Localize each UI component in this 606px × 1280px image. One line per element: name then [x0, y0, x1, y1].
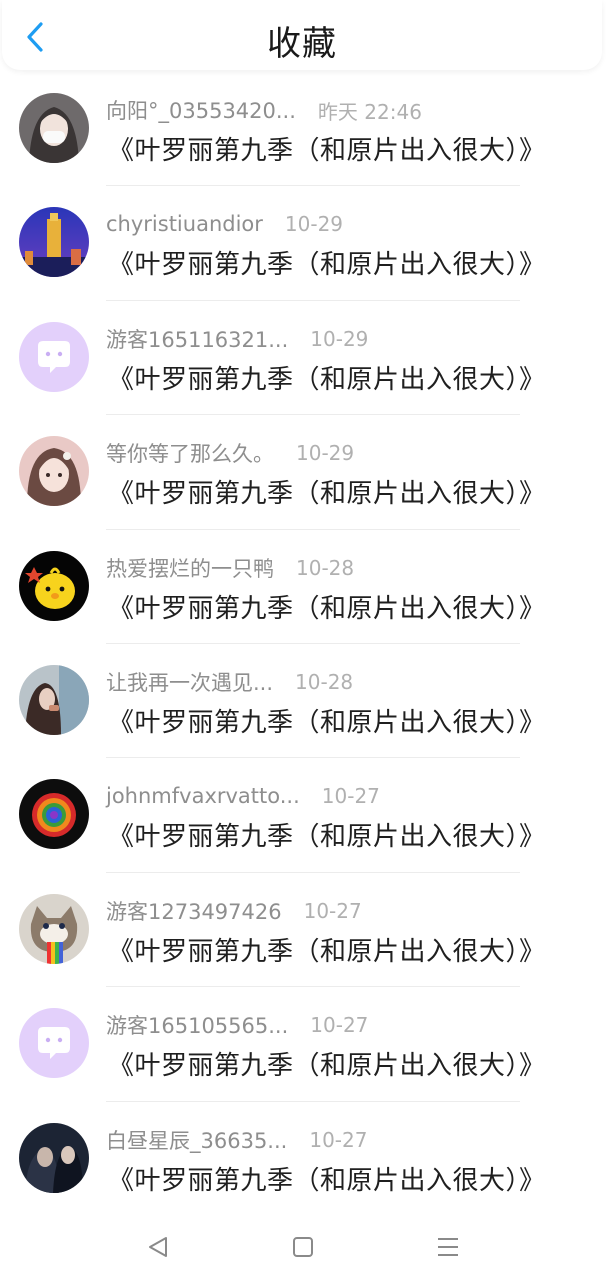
page-title: 收藏 — [267, 24, 337, 64]
list-item[interactable]: 游客165116321... 10-29 《叶罗丽第九季（和原片出入很大）》 — [0, 301, 606, 416]
avatar[interactable] — [19, 664, 89, 735]
timestamp: 10-29 — [310, 326, 369, 351]
menu-lines-icon — [438, 1238, 458, 1256]
collection-title[interactable]: 《叶罗丽第九季（和原片出入很大）》 — [108, 1160, 546, 1197]
list-item[interactable]: 游客165105565... 10-27 《叶罗丽第九季（和原片出入很大）》 — [0, 987, 606, 1102]
timestamp: 10-27 — [309, 1127, 368, 1152]
collection-title[interactable]: 《叶罗丽第九季（和原片出入很大）》 — [108, 359, 546, 396]
avatar[interactable] — [19, 550, 89, 621]
grumpy-cat-avatar-icon — [19, 893, 89, 964]
square-home-icon — [293, 1237, 313, 1257]
collection-title[interactable]: 《叶罗丽第九季（和原片出入很大）》 — [108, 1045, 546, 1082]
avatar[interactable] — [19, 1122, 89, 1193]
collection-title[interactable]: 《叶罗丽第九季（和原片出入很大）》 — [108, 473, 546, 510]
yellow-duck-avatar-icon — [19, 550, 89, 621]
user-name[interactable]: 白昼星辰_36635... — [106, 1125, 287, 1155]
timestamp: 昨天 22:46 — [317, 99, 422, 124]
user-name[interactable]: chyristiuandior — [106, 212, 263, 236]
avatar[interactable] — [19, 779, 89, 850]
girl-window-avatar-icon — [19, 664, 89, 735]
menu-nav-button[interactable] — [433, 1232, 463, 1262]
user-name[interactable]: 游客165116321... — [106, 324, 288, 354]
avatar[interactable] — [19, 436, 89, 507]
timestamp: 10-29 — [296, 441, 355, 466]
rainbow-rose-avatar-icon — [19, 779, 89, 850]
list-item[interactable]: 白昼星辰_36635... 10-27 《叶罗丽第九季（和原片出入很大）》 — [0, 1102, 606, 1216]
girl-mask-avatar-icon — [19, 93, 89, 163]
top-bar: 收藏 — [2, 0, 602, 70]
default-chat-avatar-icon — [19, 1008, 89, 1079]
collection-title[interactable]: 《叶罗丽第九季（和原片出入很大）》 — [108, 130, 546, 167]
favorites-list: 向阳°_03553420... 昨天 22:46 《叶罗丽第九季（和原片出入很大… — [0, 72, 606, 1216]
list-item[interactable]: 热爱摆烂的一只鸭 10-28 《叶罗丽第九季（和原片出入很大）》 — [0, 530, 606, 644]
default-chat-avatar-icon — [19, 321, 89, 392]
collection-title[interactable]: 《叶罗丽第九季（和原片出入很大）》 — [108, 244, 546, 281]
timestamp: 10-27 — [303, 898, 362, 923]
user-name[interactable]: 等你等了那么久。 — [106, 438, 274, 468]
user-name[interactable]: 让我再一次遇见... — [106, 667, 273, 697]
user-name[interactable]: 热爱摆烂的一只鸭 — [106, 553, 274, 583]
timestamp: 10-29 — [284, 212, 344, 237]
timestamp: 10-27 — [310, 1013, 369, 1038]
back-nav-button[interactable] — [144, 1232, 174, 1262]
list-item[interactable]: 向阳°_03553420... 昨天 22:46 《叶罗丽第九季（和原片出入很大… — [0, 72, 606, 187]
triangle-back-icon — [149, 1237, 167, 1257]
anime-girl-avatar-icon — [19, 436, 89, 507]
timestamp: 10-27 — [321, 784, 380, 809]
collection-title[interactable]: 《叶罗丽第九季（和原片出入很大）》 — [108, 816, 546, 853]
avatar[interactable] — [19, 893, 89, 964]
avatar[interactable] — [19, 93, 89, 163]
list-item[interactable]: 让我再一次遇见... 10-28 《叶罗丽第九季（和原片出入很大）》 — [0, 644, 606, 759]
list-item[interactable]: johnmfvaxrvatto... 10-27 《叶罗丽第九季（和原片出入很大… — [0, 758, 606, 873]
user-name[interactable]: 游客1273497426 — [106, 896, 282, 926]
avatar[interactable] — [19, 207, 89, 278]
avatar[interactable] — [19, 1008, 89, 1079]
system-nav-bar — [0, 1210, 606, 1280]
couple-dark-avatar-icon — [19, 1122, 89, 1193]
list-item[interactable]: 等你等了那么久。 10-29 《叶罗丽第九季（和原片出入很大）》 — [0, 415, 606, 530]
list-item[interactable]: 游客1273497426 10-27 《叶罗丽第九季（和原片出入很大）》 — [0, 873, 606, 988]
user-name[interactable]: 向阳°_03553420... — [106, 95, 296, 125]
list-item[interactable]: chyristiuandior 10-29 《叶罗丽第九季（和原片出入很大）》 — [0, 186, 606, 301]
timestamp: 10-28 — [295, 669, 354, 694]
avatar[interactable] — [19, 321, 89, 392]
collection-title[interactable]: 《叶罗丽第九季（和原片出入很大）》 — [108, 588, 546, 625]
home-nav-button[interactable] — [288, 1232, 318, 1262]
collection-title[interactable]: 《叶罗丽第九季（和原片出入很大）》 — [108, 702, 546, 739]
user-name[interactable]: 游客165105565... — [106, 1010, 288, 1040]
timestamp: 10-28 — [296, 555, 355, 580]
collection-title[interactable]: 《叶罗丽第九季（和原片出入很大）》 — [108, 931, 546, 968]
user-name[interactable]: johnmfvaxrvatto... — [106, 784, 300, 808]
city-night-avatar-icon — [19, 207, 89, 278]
